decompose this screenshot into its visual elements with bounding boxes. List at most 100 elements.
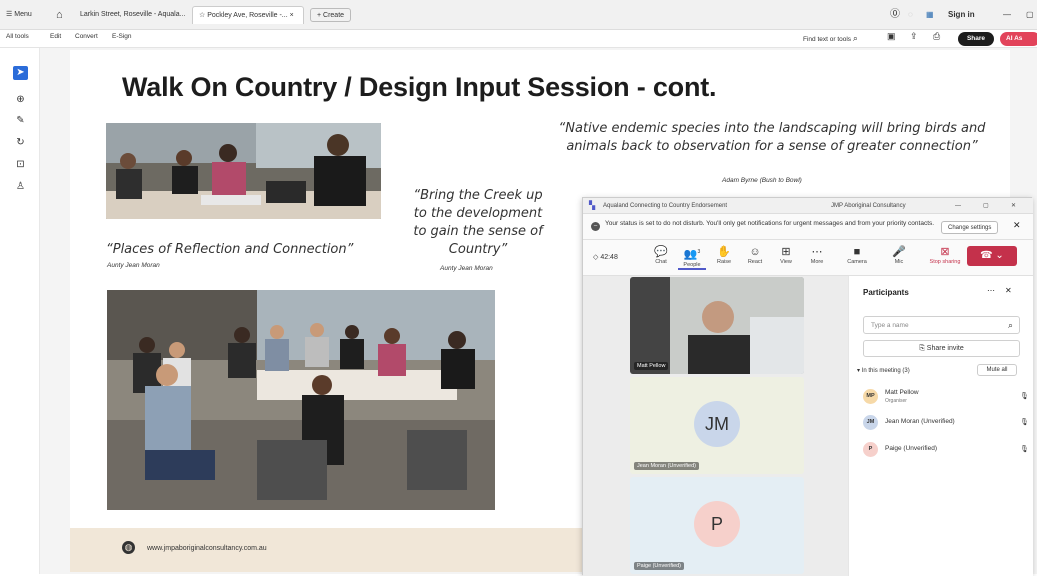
in-meeting-header[interactable]: ▾ In this meeting (3): [857, 367, 910, 374]
search-icon: ⌕: [1007, 320, 1013, 330]
zoom-icon[interactable]: ⊕: [13, 93, 28, 107]
mute-all-button[interactable]: Mute all: [977, 364, 1017, 376]
stamp-icon[interactable]: ♙: [13, 180, 28, 194]
notification-icon[interactable]: ◌: [908, 6, 913, 24]
participant-row[interactable]: JM Jean Moran (Unverified) 🎙: [863, 412, 1029, 434]
minimize-icon[interactable]: —: [1003, 6, 1011, 24]
more-label: More: [810, 259, 824, 265]
upload-icon[interactable]: ⇪: [910, 31, 918, 42]
people-icon: 👥3: [683, 248, 701, 261]
avatar: JM: [863, 415, 878, 430]
participant-row[interactable]: P Paige (Unverified) 🎙: [863, 439, 1029, 461]
find-label: Find text or tools: [803, 36, 852, 43]
meeting-toolbar: ◇ 42:48 💬 Chat 👥3 People ✋ Raise ☺ React ⊞ Vi…: [583, 240, 1033, 276]
teams-close-icon[interactable]: ✕: [1011, 198, 1016, 214]
apps-grid-icon[interactable]: ▦: [926, 6, 934, 24]
video-tile-matt[interactable]: Matt Pellow: [630, 277, 804, 374]
timer-value: 42:48: [600, 254, 618, 261]
tab-larkin-street[interactable]: Larkin Street, Roseville - Aquala...: [74, 6, 186, 24]
leave-call-button[interactable]: ☎ ⌄: [967, 246, 1017, 266]
teams-minimize-icon[interactable]: —: [955, 198, 961, 214]
stop-sharing-icon: ⊠: [940, 246, 950, 258]
stop-sharing-button[interactable]: ⊠ Stop sharing: [925, 245, 965, 265]
close-tab-icon[interactable]: ×: [290, 12, 294, 19]
find-text-tools[interactable]: Find text or tools ⌕: [803, 33, 858, 44]
menu-button[interactable]: ☰ Menu: [6, 7, 32, 23]
pen-icon[interactable]: ✎: [13, 114, 28, 128]
menu-edit[interactable]: Edit: [50, 33, 61, 40]
avatar: MP: [863, 389, 878, 404]
video-tile-paige[interactable]: P Paige (Unverified): [630, 477, 804, 574]
people-button[interactable]: 👥3 People: [678, 245, 706, 270]
dnd-banner-text: Your status is set to do not disturb. Yo…: [605, 220, 935, 227]
camera-button[interactable]: ■ Camera: [843, 245, 871, 265]
home-icon[interactable]: ⌂: [56, 7, 63, 23]
footer-url: www.jmpaboriginalconsultancy.com.au: [147, 545, 267, 552]
participant-row[interactable]: MP Matt Pellow Organiser 🎙: [863, 386, 1029, 408]
teams-logo-icon: ▚: [589, 201, 596, 210]
meeting-timer: ◇ 42:48: [593, 254, 618, 261]
more-button[interactable]: ⋯ More: [803, 245, 831, 265]
participant-name: Matt Pellow: [885, 389, 919, 396]
chat-icon: 💬: [654, 246, 668, 258]
change-settings-button[interactable]: Change settings: [941, 221, 999, 234]
mic-icon: 🎤: [892, 246, 906, 258]
search-icon: ⌕: [852, 33, 858, 43]
camera-icon: ■: [853, 246, 861, 258]
avatar-jean: JM: [694, 401, 740, 447]
ai-assistant-button[interactable]: AI As: [1000, 32, 1037, 46]
banner-close-icon[interactable]: ✕: [1013, 220, 1021, 231]
tab-pockley-ave[interactable]: ☆ Pockley Ave, Roseville -... ×: [192, 6, 304, 24]
participants-title: Participants: [863, 288, 909, 297]
participant-search-input[interactable]: Type a name ⌕: [863, 316, 1020, 334]
camera-label: Camera: [847, 259, 867, 265]
chat-button[interactable]: 💬 Chat: [647, 245, 675, 265]
share-invite-label: Share invite: [926, 345, 964, 352]
participants-close-icon[interactable]: ✕: [1005, 286, 1012, 295]
people-count: 3: [697, 249, 701, 255]
share-invite-icon: ⎘: [919, 345, 925, 352]
sign-in-button[interactable]: Sign in: [948, 6, 975, 24]
text-box-icon[interactable]: ⊡: [13, 158, 28, 172]
quote-middle: “Bring the Creek up to the development t…: [413, 188, 543, 257]
search-placeholder: Type a name: [871, 322, 909, 329]
view-label: View: [780, 259, 792, 265]
menu-convert[interactable]: Convert: [75, 33, 98, 40]
menu-e-sign[interactable]: E-Sign: [112, 33, 132, 40]
help-icon[interactable]: ⓪: [890, 6, 900, 24]
left-tool-rail: ➤ ⊕ ✎ ↻ ⊡ ♙: [0, 48, 40, 574]
raise-hand-button[interactable]: ✋ Raise: [710, 245, 738, 265]
raise-label: Raise: [716, 259, 732, 265]
menu-label: Menu: [14, 11, 32, 18]
new-tab-button[interactable]: + Create: [310, 8, 352, 22]
participants-panel: Participants ⋯ ✕ Type a name ⌕ ⎘ Share in…: [848, 276, 1033, 576]
share-invite-button[interactable]: ⎘ Share invite: [863, 340, 1020, 357]
tab-label: Larkin Street, Roseville - Aquala...: [80, 11, 186, 18]
teams-window-title: Aqualand Connecting to Country Endorseme…: [603, 203, 728, 209]
view-button[interactable]: ⊞ View: [772, 245, 800, 265]
ai-label: AI As: [1006, 35, 1023, 42]
quote-left: “Places of Reflection and Connection”: [106, 242, 354, 257]
react-label: React: [747, 259, 763, 265]
sign-in-label: Sign in: [948, 10, 975, 19]
quote-middle-author: Aunty Jean Moran: [440, 265, 493, 272]
info-icon: –: [591, 222, 600, 231]
print-icon[interactable]: ⎙: [933, 31, 940, 42]
meeting-photo-large: [107, 290, 495, 510]
menu-all-tools[interactable]: All tools: [6, 33, 29, 40]
participants-more-icon[interactable]: ⋯: [987, 286, 995, 295]
new-tab-label: + Create: [317, 12, 345, 19]
mic-button[interactable]: 🎤 Mic: [885, 245, 913, 265]
save-icon[interactable]: ▣: [887, 31, 896, 42]
matt-video-feed: [630, 277, 804, 374]
share-button[interactable]: Share: [958, 32, 994, 46]
video-tile-jean[interactable]: JM Jean Moran (Unverified): [630, 377, 804, 474]
tab-label: Pockley Ave, Roseville -...: [207, 12, 288, 19]
react-icon: ☺: [749, 246, 761, 258]
select-cursor-icon[interactable]: ➤: [13, 66, 28, 80]
react-button[interactable]: ☺ React: [741, 245, 769, 265]
acrobat-toolbar: All tools Edit Convert E-Sign Find text …: [0, 30, 1037, 48]
maximize-icon[interactable]: ▢: [1026, 6, 1034, 24]
lasso-icon[interactable]: ↻: [13, 136, 28, 150]
teams-maximize-icon[interactable]: ▢: [983, 198, 989, 214]
